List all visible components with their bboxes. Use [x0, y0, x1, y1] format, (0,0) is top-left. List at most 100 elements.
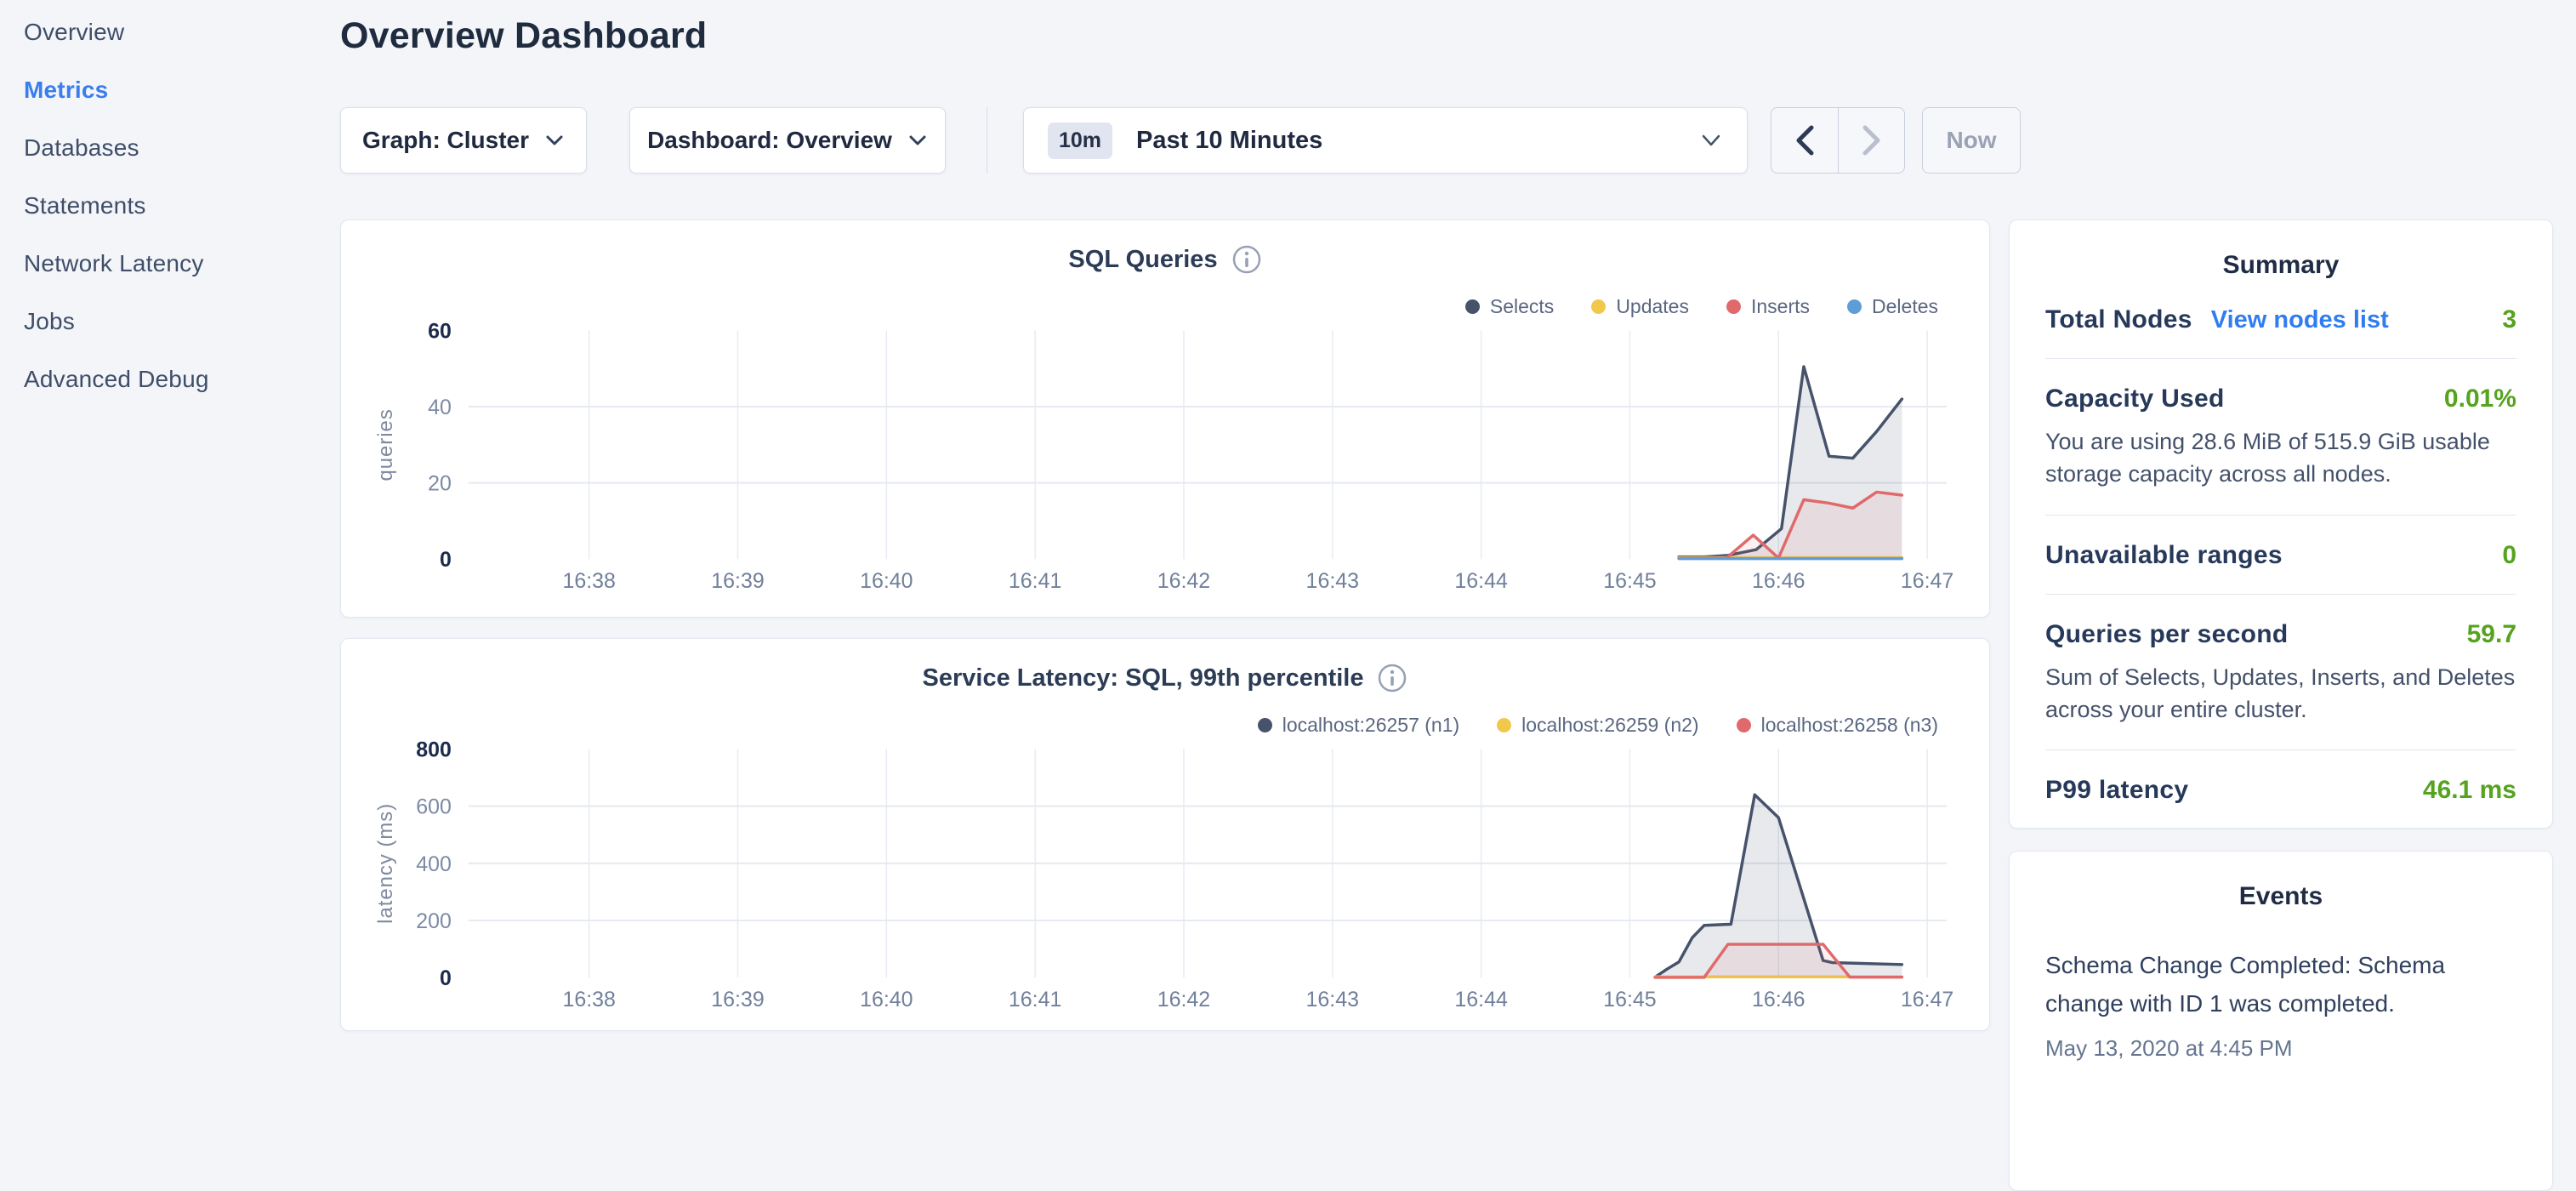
summary-row-label: Capacity Used	[2045, 385, 2225, 413]
legend-item: Inserts	[1726, 295, 1810, 318]
svg-text:16:41: 16:41	[1009, 569, 1061, 593]
chart-title: Service Latency: SQL, 99th percentile	[923, 664, 1364, 692]
summary-row-value: 3	[2502, 305, 2516, 334]
sidebar-item-jobs[interactable]: Jobs	[0, 293, 315, 350]
info-icon[interactable]	[1231, 244, 1262, 275]
legend-label: localhost:26258 (n3)	[1761, 714, 1938, 737]
summary-row-label: Total Nodes	[2045, 305, 2192, 334]
sidebar: Overview Metrics Databases Statements Ne…	[0, 0, 315, 408]
svg-text:16:42: 16:42	[1157, 569, 1210, 593]
svg-text:latency (ms): latency (ms)	[374, 803, 397, 924]
legend-item: Deletes	[1847, 295, 1938, 318]
legend-label: Updates	[1616, 295, 1689, 318]
summary-row-value: 59.7	[2467, 620, 2516, 649]
svg-text:16:38: 16:38	[562, 569, 615, 593]
events-panel: Events Schema Change Completed: Schema c…	[2009, 851, 2553, 1191]
svg-text:60: 60	[428, 319, 452, 343]
chevron-down-icon	[1699, 133, 1723, 148]
dashboard-dropdown-label: Dashboard: Overview	[647, 127, 892, 154]
svg-text:16:46: 16:46	[1752, 569, 1805, 593]
legend-dot-icon	[1258, 718, 1272, 732]
graph-scope-dropdown-label: Graph: Cluster	[362, 127, 529, 154]
svg-text:16:39: 16:39	[711, 569, 764, 593]
legend-dot-icon	[1497, 718, 1511, 732]
info-icon[interactable]	[1377, 663, 1407, 693]
svg-text:queries: queries	[374, 408, 397, 481]
summary-row-unavailable-ranges: Unavailable ranges 0	[2045, 516, 2516, 595]
legend-label: localhost:26259 (n2)	[1521, 714, 1698, 737]
dashboard-dropdown[interactable]: Dashboard: Overview	[629, 107, 946, 174]
service-latency-chart-plot[interactable]: 16:38 16:39 16:40 16:41 16:42 16:43 16:44 16:45…	[341, 639, 1989, 1030]
summary-row-value: 46.1 ms	[2423, 776, 2516, 805]
svg-text:40: 40	[428, 396, 452, 419]
legend-label: Deletes	[1872, 295, 1938, 318]
sidebar-item-network-latency[interactable]: Network Latency	[0, 235, 315, 293]
summary-row-label: Unavailable ranges	[2045, 541, 2283, 570]
summary-row-value: 0	[2502, 541, 2516, 570]
chart-title: SQL Queries	[1068, 246, 1217, 274]
svg-text:16:41: 16:41	[1009, 988, 1061, 1011]
sql-queries-chart-plot[interactable]: 16:38 16:39 16:40 16:41 16:42 16:43 16:44 16:45…	[341, 220, 1989, 617]
legend-dot-icon	[1726, 299, 1741, 314]
legend-dot-icon	[1465, 299, 1480, 314]
time-range-label: Past 10 Minutes	[1136, 127, 1322, 155]
graph-scope-dropdown[interactable]: Graph: Cluster	[340, 107, 587, 174]
svg-text:600: 600	[416, 795, 452, 819]
svg-text:16:42: 16:42	[1157, 988, 1210, 1011]
svg-text:16:45: 16:45	[1603, 569, 1656, 593]
toolbar: Graph: Cluster Dashboard: Overview 10m P…	[340, 107, 2021, 174]
events-title: Events	[2045, 852, 2516, 911]
summary-row-label: Queries per second	[2045, 620, 2289, 649]
summary-row-label: P99 latency	[2045, 776, 2188, 805]
svg-text:16:44: 16:44	[1454, 988, 1508, 1011]
time-back-button[interactable]	[1771, 108, 1838, 173]
chart-legend: Selects Updates Inserts Deletes	[1465, 295, 1938, 318]
chevron-right-icon	[1861, 123, 1883, 157]
sidebar-item-advanced-debug[interactable]: Advanced Debug	[0, 350, 315, 408]
svg-text:0: 0	[440, 966, 452, 990]
chevron-down-icon	[544, 134, 565, 147]
time-forward-button[interactable]	[1838, 108, 1904, 173]
legend-item: Selects	[1465, 295, 1554, 318]
svg-text:16:47: 16:47	[1901, 569, 1953, 593]
sidebar-item-databases[interactable]: Databases	[0, 119, 315, 177]
svg-text:800: 800	[416, 738, 452, 761]
sidebar-item-overview[interactable]: Overview	[0, 3, 315, 61]
view-nodes-list-link[interactable]: View nodes list	[2211, 306, 2389, 334]
svg-text:16:43: 16:43	[1306, 569, 1359, 593]
svg-text:16:38: 16:38	[562, 988, 615, 1011]
chevron-down-icon	[907, 134, 928, 147]
summary-row-value: 0.01%	[2444, 385, 2516, 413]
summary-row-description: Sum of Selects, Updates, Inserts, and De…	[2045, 661, 2516, 727]
charts-column: SQL Queries Selects Updates Inserts Deletes…	[340, 219, 1990, 1051]
svg-text:16:44: 16:44	[1454, 569, 1508, 593]
svg-text:20: 20	[428, 472, 452, 496]
sidebar-item-metrics[interactable]: Metrics	[0, 61, 315, 119]
summary-title: Summary	[2045, 220, 2516, 280]
svg-text:16:40: 16:40	[860, 988, 913, 1011]
summary-row-p99-latency: P99 latency 46.1 ms	[2045, 750, 2516, 829]
summary-row-queries-per-second: Queries per second 59.7 Sum of Selects, …	[2045, 595, 2516, 751]
svg-text:400: 400	[416, 852, 452, 876]
svg-text:16:45: 16:45	[1603, 988, 1656, 1011]
legend-item: localhost:26259 (n2)	[1497, 714, 1698, 737]
legend-dot-icon	[1737, 718, 1751, 732]
event-list-item[interactable]: Schema Change Completed: Schema change w…	[2045, 947, 2516, 1062]
page-title: Overview Dashboard	[340, 15, 707, 57]
legend-dot-icon	[1591, 299, 1606, 314]
svg-text:16:43: 16:43	[1306, 988, 1359, 1011]
service-latency-chart-card: Service Latency: SQL, 99th percentile lo…	[340, 638, 1990, 1031]
legend-item: Updates	[1591, 295, 1689, 318]
svg-text:16:40: 16:40	[860, 569, 913, 593]
svg-text:200: 200	[416, 909, 452, 933]
sidebar-item-statements[interactable]: Statements	[0, 177, 315, 235]
legend-dot-icon	[1847, 299, 1862, 314]
chevron-left-icon	[1794, 123, 1816, 157]
sql-queries-chart-card: SQL Queries Selects Updates Inserts Deletes…	[340, 219, 1990, 618]
legend-label: localhost:26257 (n1)	[1282, 714, 1459, 737]
svg-text:16:47: 16:47	[1901, 988, 1953, 1011]
svg-text:0: 0	[440, 548, 452, 572]
time-range-dropdown[interactable]: 10m Past 10 Minutes	[1023, 107, 1748, 174]
svg-text:16:39: 16:39	[711, 988, 764, 1011]
now-button[interactable]: Now	[1922, 107, 2021, 174]
